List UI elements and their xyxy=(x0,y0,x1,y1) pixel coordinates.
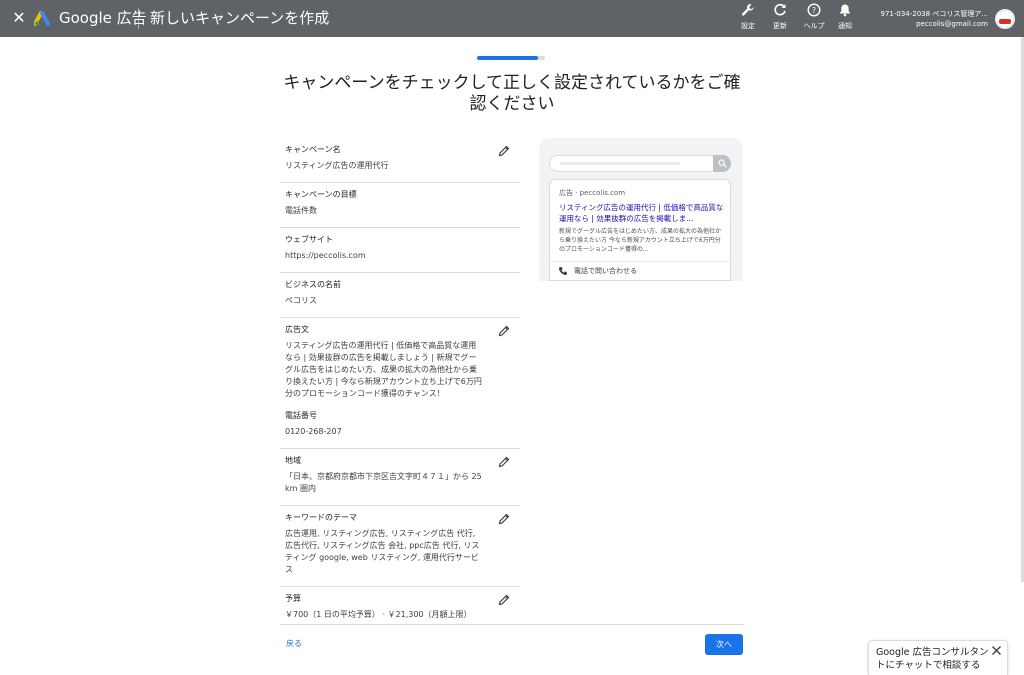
row-label: キーワードのテーマ xyxy=(285,513,357,522)
row-label: 予算 xyxy=(285,594,301,603)
row-label: ビジネスの名前 xyxy=(285,280,341,289)
progress-fill xyxy=(477,56,539,60)
edit-campaign-name-button[interactable] xyxy=(498,145,510,157)
pencil-icon xyxy=(498,325,510,337)
summary-row-business-name: ビジネスの名前 ペコリス xyxy=(280,273,520,318)
phone-label: 電話番号 xyxy=(285,411,317,420)
preview-ad-headline: リスティング広告の運用代行 | 低価格で高品質な運用なら | 効果抜群の広告を掲… xyxy=(559,203,724,223)
phone-icon xyxy=(559,267,567,275)
back-button[interactable]: 戻る xyxy=(286,637,302,651)
pencil-icon xyxy=(498,594,510,606)
chat-text: Google 広告コンサルタントにチャットで相談する xyxy=(876,647,989,671)
footer-divider xyxy=(280,624,744,625)
row-value: 電話件数 xyxy=(285,206,317,215)
row-label: キャンペーン名 xyxy=(285,145,341,154)
preview-call-label: 電話で問い合わせる xyxy=(574,267,637,275)
row-label: ウェブサイト xyxy=(285,235,333,244)
account-email: peccolis@gmail.com xyxy=(916,20,988,28)
account-id: 971-034-2038 ペコリス管理ア... xyxy=(880,10,989,18)
notifications-tool-button[interactable]: 通知 xyxy=(830,3,860,35)
settings-tool-button[interactable]: 設定 xyxy=(733,3,763,35)
row-value: 「日本、京都府京都市下京区吉文字町４７１」から 25 km 圏内 xyxy=(285,472,482,493)
tool-label: ヘルプ xyxy=(803,22,825,30)
pencil-icon xyxy=(498,513,510,525)
row-value: リスティング広告の運用代行 | 低価格で高品質な運用なら | 効果抜群の広告を掲… xyxy=(285,341,482,398)
help-tool-button[interactable]: ? ヘルプ xyxy=(799,3,829,35)
phone-value: 0120-268-207 xyxy=(285,427,342,436)
row-label: 地域 xyxy=(285,456,301,465)
edit-keywords-button[interactable] xyxy=(498,513,510,525)
refresh-tool-button[interactable]: 更新 xyxy=(765,3,795,35)
top-app-bar: ✕ Google 広告 新しいキャンペーンを作成 設定 更新 ? ヘルプ 通知 … xyxy=(0,0,1024,37)
avatar[interactable] xyxy=(995,9,1015,29)
page-title: キャンペーンをチェックして正しく設定されているかをご確認ください xyxy=(283,73,741,114)
row-value: https://peccolis.com xyxy=(285,251,366,260)
close-icon[interactable]: ✕ xyxy=(11,9,27,27)
preview-search-box xyxy=(549,155,731,172)
summary-row-ad-text: 広告文 リスティング広告の運用代行 | 低価格で高品質な運用なら | 効果抜群の… xyxy=(280,318,520,449)
tool-label: 更新 xyxy=(773,22,787,30)
row-label: 広告文 xyxy=(285,325,309,334)
header-divider xyxy=(138,8,139,29)
preview-search-button xyxy=(713,155,731,172)
campaign-summary: キャンペーン名 リスティング広告の運用代行 キャンペーンの目標 電話件数 ウェブ… xyxy=(280,138,520,631)
wrench-icon xyxy=(741,4,754,16)
ad-preview: 広告 · peccolis.com リスティング広告の運用代行 | 低価格で高品… xyxy=(539,138,743,281)
edit-budget-button[interactable] xyxy=(498,594,510,606)
pencil-icon xyxy=(498,145,510,157)
close-icon[interactable] xyxy=(991,645,1002,656)
page-heading: 新しいキャンペーンを作成 xyxy=(150,9,330,27)
preview-divider xyxy=(550,261,730,262)
summary-row-campaign-name: キャンペーン名 リスティング広告の運用代行 xyxy=(280,138,520,183)
chat-widget[interactable]: Google 広告コンサルタントにチャットで相談する xyxy=(868,640,1008,675)
preview-ad-card: 広告 · peccolis.com リスティング広告の運用代行 | 低価格で高品… xyxy=(549,179,731,281)
edit-region-button[interactable] xyxy=(498,456,510,468)
summary-row-website: ウェブサイト https://peccolis.com xyxy=(280,228,520,273)
progress-bar xyxy=(477,56,545,60)
help-icon: ? xyxy=(807,3,821,17)
account-info[interactable]: 971-034-2038 ペコリス管理ア... peccolis@gmail.c… xyxy=(881,9,989,29)
edit-ad-text-button[interactable] xyxy=(498,325,510,337)
summary-row-keywords: キーワードのテーマ 広告運用, リスティング広告, リスティング広告 代行, 広… xyxy=(280,506,520,587)
google-ads-logo-icon xyxy=(34,11,50,26)
preview-search-placeholder xyxy=(560,162,680,165)
brand-name: Google 広告 xyxy=(59,9,147,27)
preview-ad-url: 広告 · peccolis.com xyxy=(559,189,626,197)
refresh-icon xyxy=(774,3,786,16)
summary-row-goal: キャンペーンの目標 電話件数 xyxy=(280,183,520,228)
row-value: リスティング広告の運用代行 xyxy=(285,161,389,170)
preview-ad-description: 新規でグーグル広告をはじめたい方、成果の拡大の為他社から乗り換えたい方 今なら新… xyxy=(559,228,722,253)
tool-label: 設定 xyxy=(741,22,755,30)
row-value: ペコリス xyxy=(285,296,317,305)
tool-label: 通知 xyxy=(838,22,852,30)
row-value: ￥700（1 日の平均予算） · ￥21,300（月額上限） xyxy=(285,610,472,619)
row-label: キャンペーンの目標 xyxy=(285,190,357,199)
search-icon xyxy=(718,159,727,168)
row-value: 広告運用, リスティング広告, リスティング広告 代行, 広告代行, リスティン… xyxy=(285,529,480,574)
summary-row-region: 地域 「日本、京都府京都市下京区吉文字町４７１」から 25 km 圏内 xyxy=(280,449,520,506)
pencil-icon xyxy=(498,456,510,468)
bell-icon xyxy=(840,4,850,17)
svg-text:?: ? xyxy=(812,6,816,15)
next-button[interactable]: 次へ xyxy=(705,634,743,655)
